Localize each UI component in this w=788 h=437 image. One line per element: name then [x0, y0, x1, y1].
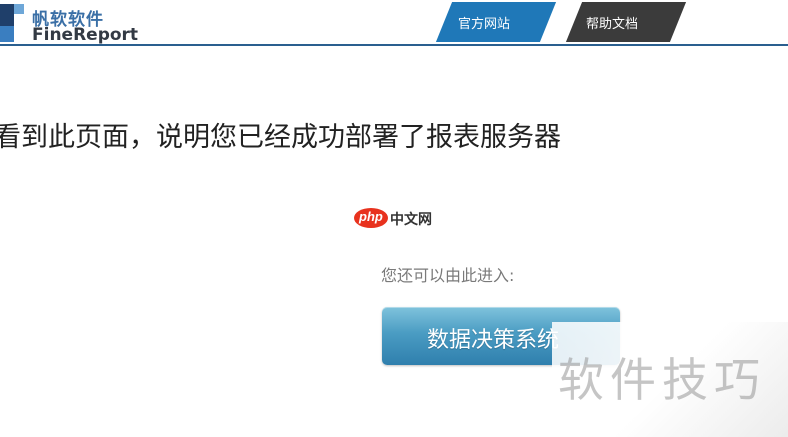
help-docs-label[interactable]: 帮助文档	[586, 13, 638, 32]
php-logo-text: php	[359, 209, 383, 224]
official-site-label[interactable]: 官方网站	[458, 13, 510, 32]
header: 帆软软件 FineReport 官方网站 帮助文档	[0, 0, 788, 46]
watermark-text: 软件技巧	[558, 353, 766, 407]
page: 帆软软件 FineReport 官方网站 帮助文档 看到此页面，说明您已经成功部…	[0, 0, 788, 437]
deployment-success-message: 看到此页面，说明您已经成功部署了报表服务器	[0, 122, 561, 153]
enter-prompt: 您还可以由此进入:	[381, 266, 515, 285]
php-site-text: 中文网	[390, 212, 432, 228]
php-cn-watermark: php 中文网	[354, 207, 436, 229]
finereport-logo-icon	[0, 4, 26, 42]
logo-english-name: FineReport	[32, 25, 139, 45]
decision-system-button-label[interactable]: 数据决策系统	[427, 322, 559, 354]
header-divider	[0, 44, 788, 46]
